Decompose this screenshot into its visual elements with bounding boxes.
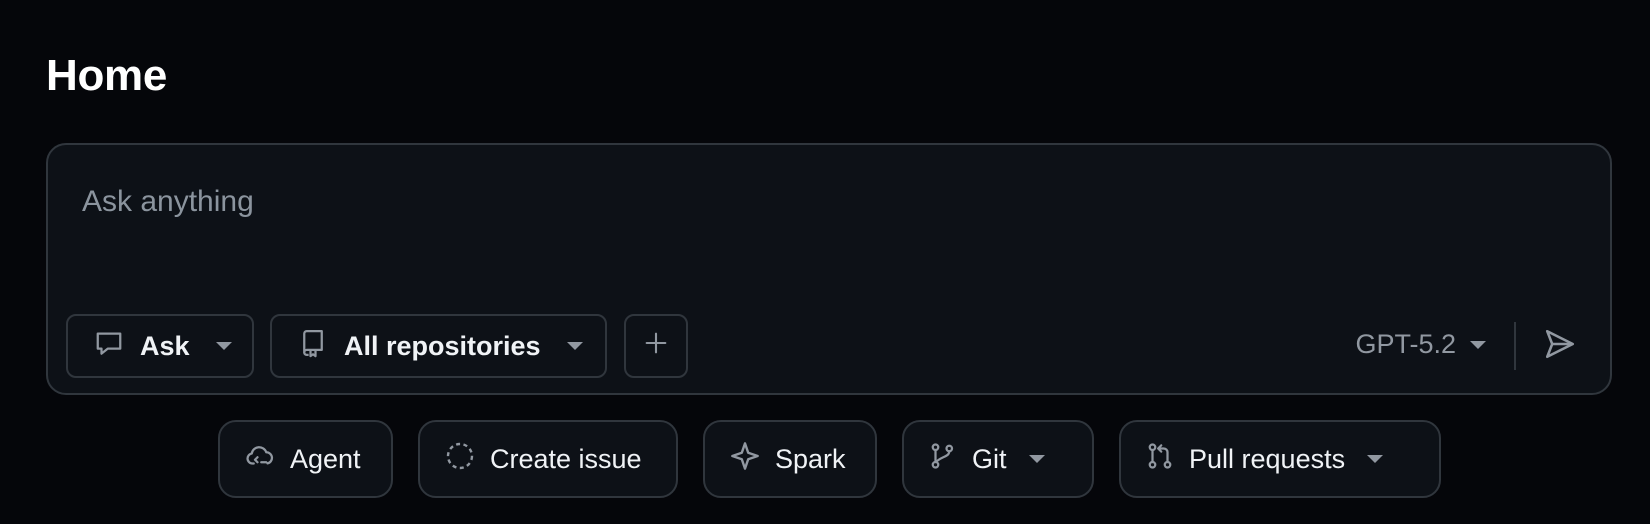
create-issue-button[interactable]: Create issue xyxy=(418,420,678,498)
agent-action-button[interactable]: Agent xyxy=(218,420,393,498)
plus-icon xyxy=(642,329,670,364)
comment-icon xyxy=(94,328,124,365)
model-select-label: GPT-5.2 xyxy=(1355,329,1456,359)
mode-select-label: Ask xyxy=(140,330,190,361)
page-title: Home xyxy=(46,51,168,100)
sparkle-icon xyxy=(729,440,761,479)
spark-label: Spark xyxy=(775,443,846,474)
spark-button[interactable]: Spark xyxy=(703,420,877,498)
pull-request-icon xyxy=(1145,440,1175,479)
chevron-down-icon xyxy=(215,342,232,350)
prompt-input[interactable]: Ask anything xyxy=(82,185,254,219)
git-branch-icon xyxy=(928,440,958,479)
create-issue-label: Create issue xyxy=(490,443,642,474)
chevron-down-icon xyxy=(1470,340,1486,349)
add-attachment-button[interactable] xyxy=(624,314,688,378)
chevron-down-icon xyxy=(1028,455,1045,463)
repository-select-label: All repositories xyxy=(344,330,541,361)
repository-select-button[interactable]: All repositories xyxy=(270,314,607,378)
issue-draft-icon xyxy=(444,440,476,479)
repo-icon xyxy=(298,328,328,365)
git-menu-button[interactable]: Git xyxy=(902,420,1094,498)
home-page: Home Ask anything Ask All repositories G… xyxy=(0,0,1650,524)
chat-composer[interactable]: Ask anything Ask All repositories GPT-5.… xyxy=(46,143,1612,395)
send-icon xyxy=(1542,327,1578,366)
model-select-button[interactable]: GPT-5.2 xyxy=(1355,329,1486,360)
chevron-down-icon xyxy=(566,342,583,350)
chevron-down-icon xyxy=(1367,455,1384,463)
pull-requests-menu-button[interactable]: Pull requests xyxy=(1119,420,1441,498)
mode-select-button[interactable]: Ask xyxy=(66,314,254,378)
cloud-agent-icon xyxy=(244,441,276,478)
git-menu-label: Git xyxy=(972,443,1007,474)
send-button[interactable] xyxy=(1540,328,1580,364)
agent-action-label: Agent xyxy=(290,443,361,474)
pull-requests-menu-label: Pull requests xyxy=(1189,443,1346,474)
toolbar-divider xyxy=(1514,322,1516,370)
